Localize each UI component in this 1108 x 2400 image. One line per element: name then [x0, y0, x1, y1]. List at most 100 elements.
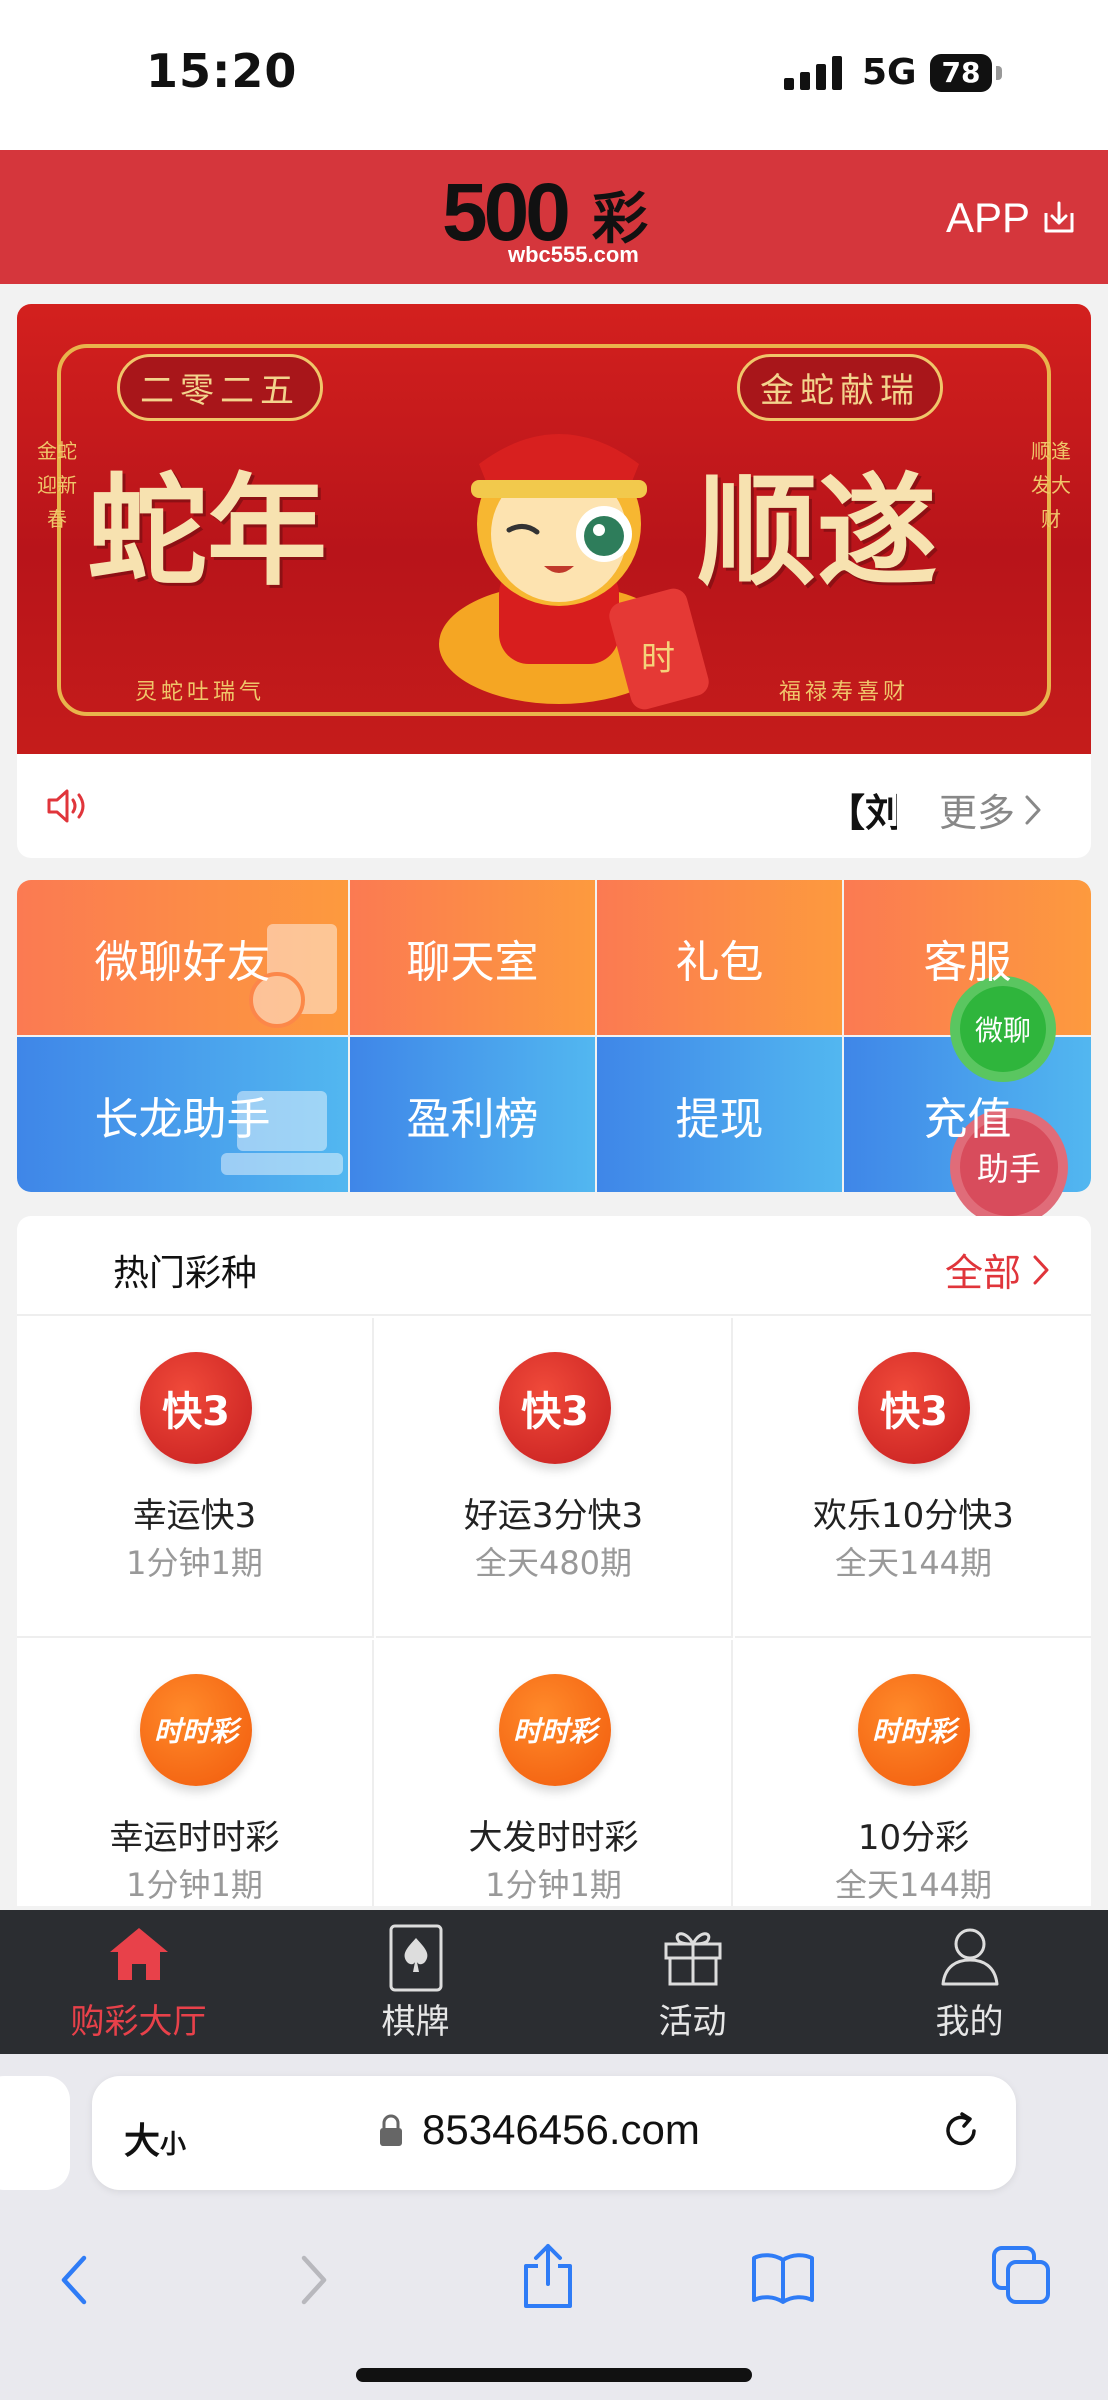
app-label: APP [945, 194, 1030, 241]
lottery-name: 幸运快3 [132, 1496, 257, 1536]
url-text: 85346456.com [422, 2106, 700, 2153]
logo-domain: wbc555.com [508, 242, 639, 267]
reader-size-button[interactable]: 大小 [124, 2112, 186, 2164]
feature-wechat-friends[interactable]: 微聊好友 [17, 880, 348, 1035]
address-bar[interactable]: 大小 85346456.com [92, 2076, 1016, 2190]
network-label: 5G [862, 52, 917, 93]
banner-side-left: 金蛇迎新春 [37, 439, 77, 531]
feature-chat-room[interactable]: 聊天室 [350, 880, 595, 1035]
k3-dice-icon: 快3 [140, 1352, 252, 1464]
k3-dice-icon: 快3 [499, 1352, 611, 1464]
tab-label: 我的 [935, 2002, 1004, 2042]
notice-marquee-text: 【刘 [827, 791, 897, 835]
tab-chess-cards[interactable]: 棋牌 [277, 1910, 554, 2054]
tab-lottery-hall[interactable]: 购彩大厅 [0, 1910, 277, 2054]
tab-mine[interactable]: 我的 [831, 1910, 1108, 2054]
feature-profit-ranking[interactable]: 盈利榜 [350, 1037, 595, 1192]
chevron-right-icon [1025, 795, 1041, 824]
lottery-item[interactable]: 快3 欢乐10分快3 全天144期 [735, 1318, 1091, 1638]
feature-label: 客服 [923, 936, 1012, 988]
notice-more-link[interactable]: 更多 [939, 782, 1043, 837]
feature-label: 礼包 [675, 936, 764, 988]
view-all-label: 全部 [944, 1251, 1021, 1295]
banner-card: 二零二五 金蛇献瑞 金蛇迎新春 顺逢发大财 蛇年 顺遂 时 灵蛇吐瑞气 福禄寿喜… [17, 304, 1091, 858]
spade-card-icon [389, 1924, 443, 1992]
lottery-frequency: 1分钟1期 [485, 1866, 622, 1904]
back-icon[interactable] [56, 2250, 92, 2310]
ssc-lottery-icon: 时时彩 [858, 1674, 970, 1786]
lottery-item[interactable]: 时时彩 10分彩 全天144期 [735, 1640, 1091, 1906]
feature-long-dragon-helper[interactable]: 长龙助手 [17, 1037, 348, 1192]
lottery-item[interactable]: 快3 好运3分快3 全天480期 [376, 1318, 733, 1638]
user-icon [941, 1928, 999, 1986]
lottery-frequency: 全天144期 [834, 1544, 993, 1582]
gift-icon [664, 1932, 722, 1986]
site-logo[interactable]: 500 彩 wbc555.com [442, 167, 672, 268]
banner-bottom-left: 灵蛇吐瑞气 [135, 680, 266, 705]
lottery-item[interactable]: 快3 幸运快3 1分钟1期 [17, 1318, 374, 1638]
ssc-lottery-icon: 时时彩 [140, 1674, 252, 1786]
banner-tag-left: 二零二五 [117, 354, 323, 421]
tabs-icon[interactable] [990, 2244, 1052, 2306]
feature-withdraw[interactable]: 提现 [597, 1037, 842, 1192]
lottery-name: 幸运时时彩 [109, 1818, 280, 1858]
lottery-name: 大发时时彩 [468, 1818, 639, 1858]
tab-activities[interactable]: 活动 [554, 1910, 831, 2054]
banner-tag-right: 金蛇献瑞 [737, 354, 943, 421]
feature-label: 盈利榜 [406, 1093, 539, 1145]
feature-label: 提现 [675, 1093, 764, 1145]
download-icon [1044, 201, 1074, 233]
forward-icon[interactable] [296, 2250, 332, 2310]
home-indicator [356, 2368, 752, 2382]
chevron-right-icon [1033, 1255, 1049, 1284]
ssc-lottery-icon: 时时彩 [499, 1674, 611, 1786]
feature-gift-pack[interactable]: 礼包 [597, 880, 842, 1035]
battery-icon: 78 [930, 54, 992, 92]
more-label: 更多 [939, 791, 1016, 835]
feature-label: 充值 [923, 1093, 1012, 1145]
banner-scroll-text: 时 [641, 639, 675, 679]
share-icon[interactable] [520, 2242, 576, 2312]
lottery-frequency: 全天480期 [474, 1544, 633, 1582]
snake-mascot-image: 时 [439, 434, 709, 710]
banner-slogan-left: 蛇年 [87, 461, 327, 602]
promo-banner[interactable]: 二零二五 金蛇献瑞 金蛇迎新春 顺逢发大财 蛇年 顺遂 时 灵蛇吐瑞气 福禄寿喜… [17, 304, 1091, 754]
banner-bottom-right: 福禄寿喜财 [779, 680, 910, 705]
k3-dice-icon: 快3 [858, 1352, 970, 1464]
app-download-button[interactable]: APP [946, 190, 1078, 246]
floating-wechat-label: 微聊 [974, 1014, 1031, 1047]
bottom-tab-bar: 购彩大厅 棋牌 活动 我的 [0, 1910, 1108, 2054]
section-header: 热门彩种 全部 [17, 1216, 1091, 1316]
hot-lottery-section: 热门彩种 全部 快3 幸运快3 1分钟1期 快3 好运3分快3 全天480期 快… [17, 1216, 1091, 1906]
status-bar: 15:20 5G 78 [0, 0, 1108, 150]
signal-icon [784, 56, 842, 90]
lottery-item[interactable]: 时时彩 幸运时时彩 1分钟1期 [17, 1640, 374, 1906]
floating-helper-label: 助手 [976, 1150, 1041, 1188]
tab-label: 棋牌 [381, 2002, 450, 2042]
feature-label: 聊天室 [406, 936, 539, 988]
lottery-name: 10分彩 [857, 1818, 970, 1858]
feature-label: 微聊好友 [94, 936, 271, 988]
home-icon [110, 1928, 168, 1980]
feature-label: 长龙助手 [94, 1093, 271, 1145]
lottery-item[interactable]: 时时彩 大发时时彩 1分钟1期 [376, 1640, 733, 1906]
site-header: 500 彩 wbc555.com APP [0, 150, 1108, 284]
battery-tip [996, 66, 1002, 80]
speaker-icon [47, 789, 85, 823]
view-all-link[interactable]: 全部 [945, 1242, 1051, 1297]
tab-label: 购彩大厅 [70, 2002, 207, 2042]
previous-tab-preview[interactable] [0, 2076, 70, 2190]
banner-slogan-right: 顺遂 [697, 461, 937, 602]
browser-toolbar: 大小 85346456.com [0, 2054, 1108, 2400]
aa-small: 小 [160, 2130, 187, 2160]
notice-row[interactable]: 【刘 更多 [17, 754, 1091, 858]
status-time: 15:20 [146, 44, 298, 98]
section-title: 热门彩种 [113, 1253, 258, 1294]
bookmarks-icon[interactable] [750, 2250, 816, 2306]
reload-icon[interactable] [938, 2108, 984, 2154]
tab-label: 活动 [658, 2002, 727, 2042]
lottery-frequency: 全天144期 [834, 1866, 993, 1904]
floating-wechat-button[interactable]: 微聊 [950, 976, 1056, 1082]
aa-large: 大 [124, 2121, 161, 2162]
lottery-name: 好运3分快3 [463, 1496, 644, 1536]
